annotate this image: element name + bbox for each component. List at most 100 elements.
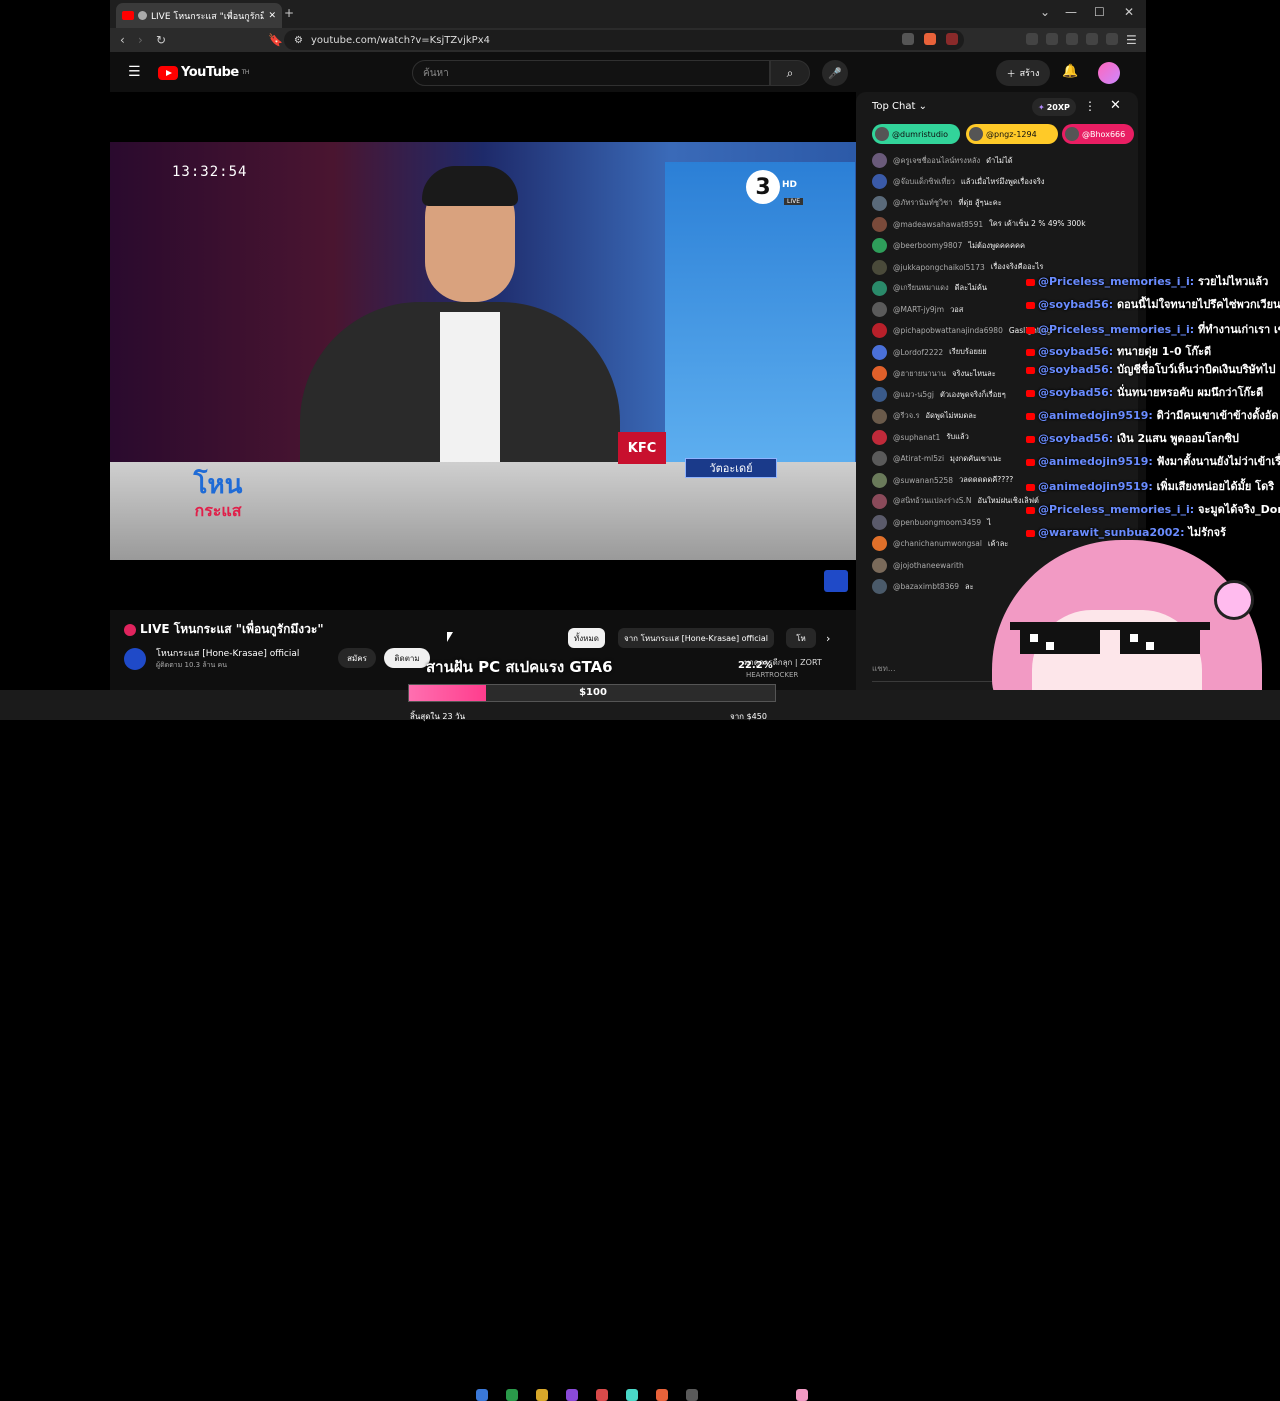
- chat-message[interactable]: @เกรียนหมาแดง ดีละไม่ค้น: [872, 278, 987, 299]
- speaker-icon[interactable]: [138, 11, 147, 20]
- chat-username[interactable]: @ฮายายนานาน: [893, 368, 946, 380]
- chat-avatar[interactable]: [872, 429, 887, 445]
- chat-avatar[interactable]: [872, 323, 887, 339]
- create-button[interactable]: ＋ สร้าง: [996, 60, 1050, 86]
- pinned-user-1[interactable]: @dumristudio: [872, 124, 960, 144]
- chat-username[interactable]: @suphanat1: [893, 433, 940, 442]
- search-button[interactable]: ⌕: [770, 60, 810, 86]
- chat-avatar[interactable]: [872, 153, 887, 168]
- taskbar-app-icon[interactable]: [686, 1389, 698, 1401]
- taskbar-app-icon[interactable]: [476, 1389, 488, 1401]
- chat-avatar[interactable]: [872, 195, 887, 211]
- chat-username[interactable]: @suwanan5258: [893, 476, 953, 485]
- chat-avatar[interactable]: [872, 408, 887, 424]
- chat-message[interactable]: @jukkapongchaikol5173 เรื่องจริงคืออะไร: [872, 257, 1043, 278]
- close-window-icon[interactable]: ✕: [1124, 5, 1134, 19]
- chat-message[interactable]: @penbuongmoom3459 ไ: [872, 512, 991, 533]
- chat-username[interactable]: @madeawsahawat8591: [893, 220, 983, 229]
- chat-username[interactable]: @เกรียนหมาแดง: [893, 282, 949, 294]
- video-player[interactable]: 13:32:54 3 HD LIVE KFC วัตอะเดย์ โหน กระ…: [110, 92, 856, 610]
- chip-more[interactable]: โห: [786, 628, 816, 648]
- tab-active[interactable]: LIVE โหนกระแส "เพื่อนกูรักมึงวะ" ✕: [116, 3, 282, 28]
- chat-avatar[interactable]: [872, 536, 887, 552]
- maximize-icon[interactable]: ☐: [1094, 5, 1105, 19]
- chat-message[interactable]: @bazaximbt8369 ละ: [872, 576, 974, 597]
- chip-next-icon[interactable]: ›: [826, 632, 830, 645]
- chat-message[interactable]: @MART-jy9jm วอส: [872, 299, 963, 320]
- chat-message[interactable]: @madeawsahawat8591 ใคร เค้าเซ็น 2 % 49% 3…: [872, 214, 1086, 235]
- chat-avatar[interactable]: [872, 280, 887, 296]
- search-input[interactable]: ค้นหา: [412, 60, 770, 86]
- chat-avatar[interactable]: [872, 366, 887, 381]
- taskbar-app-icon[interactable]: [656, 1389, 668, 1401]
- tab-close-icon[interactable]: ✕: [268, 11, 276, 21]
- chat-avatar[interactable]: [872, 387, 887, 403]
- hamburger-icon[interactable]: ☰: [128, 64, 141, 80]
- reload-icon[interactable]: ↻: [156, 33, 166, 47]
- chat-message[interactable]: @Atirat-ml5zi มุงกดคันเขาเนะ: [872, 448, 1002, 469]
- wallet-icon[interactable]: [1066, 33, 1078, 45]
- join-button[interactable]: สมัคร: [338, 648, 376, 668]
- chat-message[interactable]: @pichapobwattanajinda6980Gaslighting: [872, 320, 1051, 341]
- bookmark-icon[interactable]: 🔖: [268, 33, 283, 47]
- recommended-channel[interactable]: HEARTROCKER: [746, 671, 798, 679]
- chat-message[interactable]: @ฮายายนานาน จริงนะไหนละ: [872, 363, 996, 384]
- chip-all[interactable]: ทั้งหมด: [568, 628, 605, 648]
- taskbar-app-icon[interactable]: [626, 1389, 638, 1401]
- chat-message[interactable]: @ครูเจซชื่ออนไลน์ทรงหลัง ดำไม่ได้: [872, 150, 1013, 171]
- chat-message[interactable]: @ภัทรานันท์ชูวิชา ที่ดุ่ย สู้ๆนะคะ: [872, 193, 1002, 214]
- cast-icon[interactable]: [902, 33, 914, 45]
- chat-username[interactable]: @รีวจ.ร: [893, 410, 920, 422]
- url-field[interactable]: ⚙ youtube.com/watch?v=KsjTZvjkPx4: [284, 30, 964, 50]
- chat-avatar[interactable]: [872, 515, 887, 531]
- top-chat-dropdown[interactable]: Top Chat ⌄: [872, 101, 927, 112]
- taskbar-app-icon[interactable]: [566, 1389, 578, 1401]
- chat-username[interactable]: @Atirat-ml5zi: [893, 454, 944, 463]
- chat-username[interactable]: @MART-jy9jm: [893, 305, 944, 314]
- chat-avatar[interactable]: [872, 259, 887, 275]
- chat-input[interactable]: แชท...: [872, 662, 1012, 682]
- video-frame[interactable]: 13:32:54 3 HD LIVE KFC วัตอะเดย์ โหน กระ…: [110, 142, 856, 560]
- chat-message[interactable]: @รีวจ.ร อัดพูดไม่หมดละ: [872, 406, 977, 427]
- chat-username[interactable]: @jukkapongchaikol5173: [893, 263, 985, 272]
- more-options-icon[interactable]: ⋮: [1084, 99, 1096, 113]
- chat-message[interactable]: @suwanan5258 วลดดดดดคี????: [872, 470, 1013, 491]
- pinned-user-3[interactable]: @Bhox666: [1062, 124, 1134, 144]
- brave-shield-icon[interactable]: [924, 33, 936, 45]
- chat-username[interactable]: @ภัทรานันท์ชูวิชา: [893, 197, 952, 209]
- vpn-icon[interactable]: [1106, 33, 1118, 45]
- chat-message[interactable]: @chanichanumwongsal เค้าละ: [872, 533, 1008, 554]
- chat-avatar[interactable]: [872, 344, 887, 360]
- chat-avatar[interactable]: [872, 302, 887, 318]
- chat-avatar[interactable]: [872, 238, 887, 254]
- chat-username[interactable]: @แมว-น5gj: [893, 389, 934, 401]
- chat-username[interactable]: @สนิทอ้วนแปลงร่างS.N: [893, 495, 972, 507]
- chat-message[interactable]: @suphanat1 รับแล้ว: [872, 427, 969, 448]
- chat-message[interactable]: @jojothaneewarith: [872, 555, 970, 576]
- channel-name[interactable]: โหนกระแส [Hone-Krasae] official: [156, 646, 299, 660]
- channel-avatar[interactable]: [124, 648, 146, 670]
- chat-message[interactable]: @แมว-น5gj ตัวเองพูดจริงก็เรื่อยๆ: [872, 384, 1006, 405]
- chat-avatar[interactable]: [872, 493, 887, 509]
- chat-username[interactable]: @penbuongmoom3459: [893, 518, 981, 527]
- chat-username[interactable]: @Lordof2222: [893, 348, 943, 357]
- chat-username[interactable]: @ครูเจซชื่ออนไลน์ทรงหลัง: [893, 155, 980, 167]
- chat-avatar[interactable]: [872, 472, 887, 488]
- xp-badge[interactable]: ✦ 20XP: [1032, 98, 1076, 116]
- rewards-icon[interactable]: [946, 33, 958, 45]
- media-icon[interactable]: [1026, 33, 1038, 45]
- chat-avatar[interactable]: [872, 557, 887, 573]
- tab-search-icon[interactable]: ⌄: [1040, 5, 1050, 19]
- chat-username[interactable]: @bazaximbt8369: [893, 582, 959, 591]
- chip-from-channel[interactable]: จาก โหนกระแส [Hone-Krasae] official: [618, 628, 775, 648]
- minimize-icon[interactable]: —: [1065, 5, 1077, 19]
- youtube-logo[interactable]: YouTube TH: [158, 65, 249, 80]
- taskbar-app-icon[interactable]: [796, 1389, 808, 1401]
- chat-username[interactable]: @beerboomy9807: [893, 241, 962, 250]
- chat-avatar[interactable]: [872, 174, 887, 190]
- close-chat-icon[interactable]: ✕: [1110, 98, 1121, 113]
- pinned-user-2[interactable]: @pngz-1294: [966, 124, 1058, 144]
- notifications-bell-icon[interactable]: 🔔: [1062, 64, 1078, 79]
- chat-username[interactable]: @จ๊อบแด็กซิฟเที่ยว: [893, 176, 955, 188]
- subscribe-button[interactable]: ติดตาม: [384, 648, 430, 668]
